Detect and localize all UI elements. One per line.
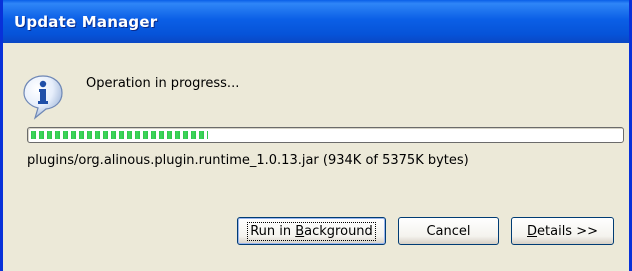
- details-button[interactable]: Details >>: [511, 217, 614, 245]
- information-icon: [23, 75, 63, 120]
- update-manager-dialog: Update Manager Operation in progress... …: [0, 0, 632, 271]
- run-in-background-button[interactable]: Run in Background: [237, 217, 386, 245]
- title-bar[interactable]: Update Manager: [3, 0, 629, 43]
- progress-bar-fill: [31, 131, 208, 139]
- details-button-label: Details >>: [527, 223, 598, 239]
- progress-message: Operation in progress...: [86, 76, 240, 91]
- cancel-button[interactable]: Cancel: [398, 217, 499, 245]
- progress-bar: [27, 127, 624, 143]
- download-status-text: plugins/org.alinous.plugin.runtime_1.0.1…: [27, 153, 469, 168]
- cancel-button-label: Cancel: [426, 223, 471, 239]
- window-title: Update Manager: [14, 13, 158, 31]
- run-in-background-label: Run in Background: [247, 221, 376, 241]
